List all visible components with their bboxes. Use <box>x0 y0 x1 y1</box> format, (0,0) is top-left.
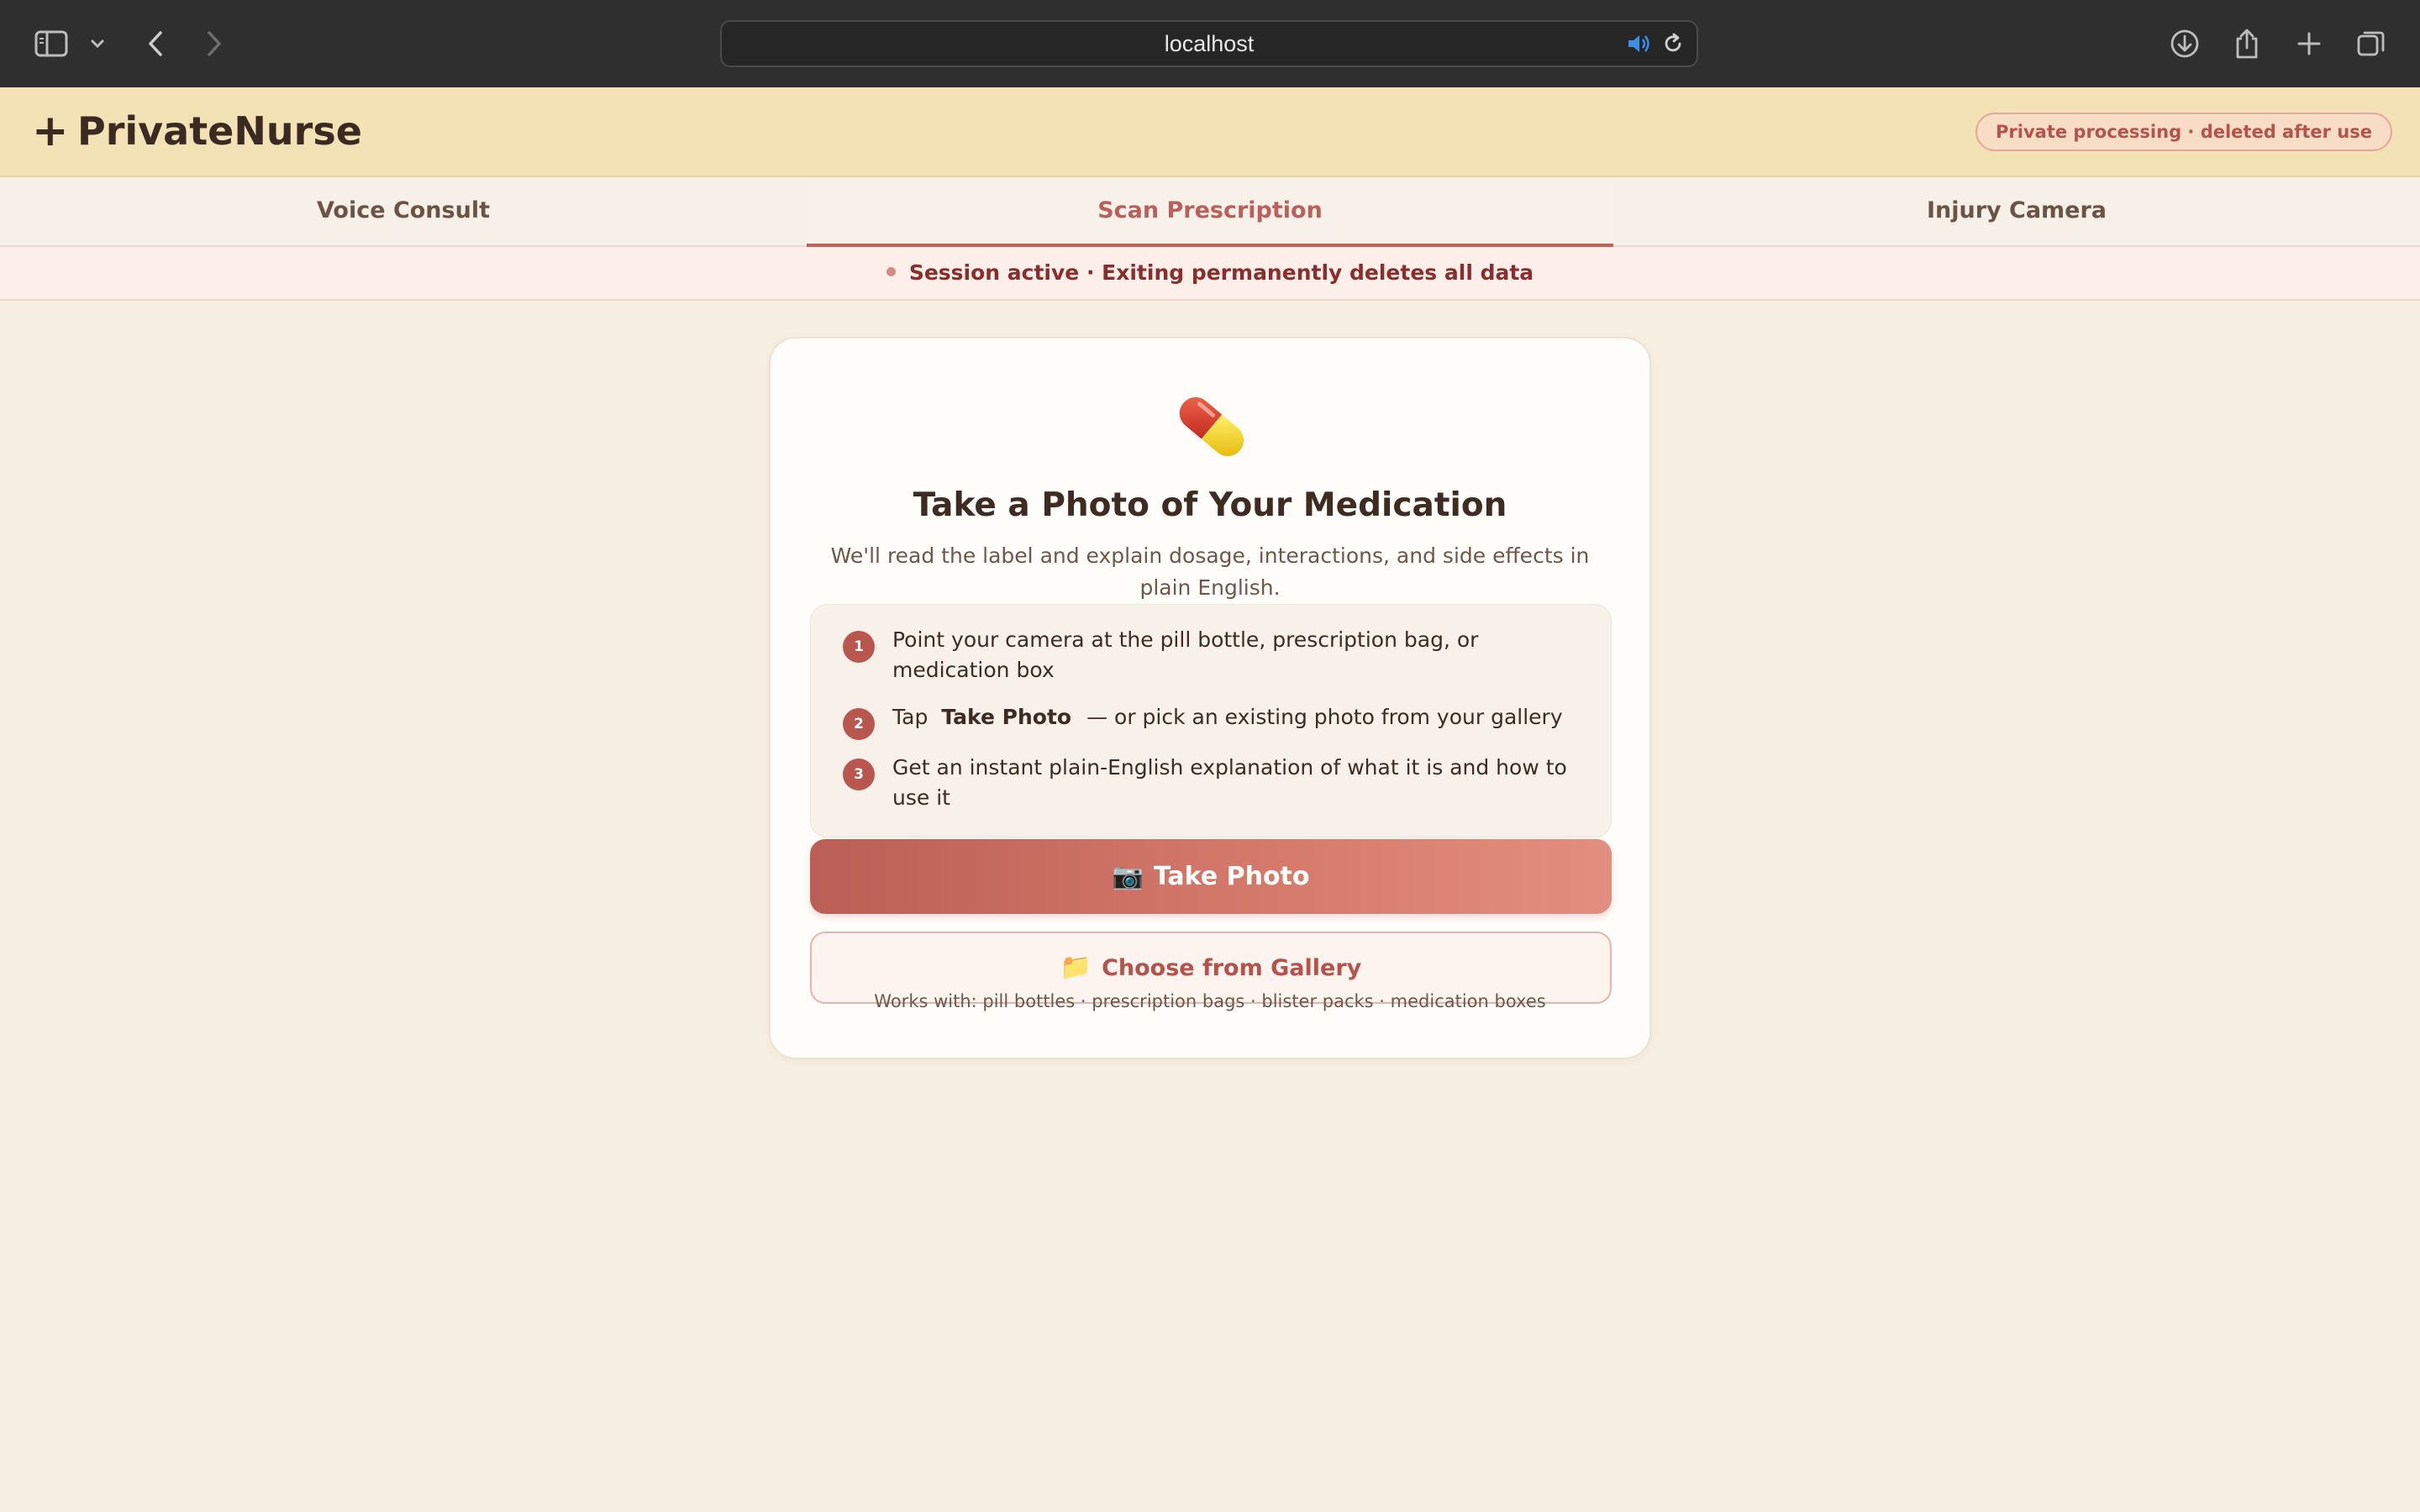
download-icon[interactable] <box>2166 25 2203 62</box>
chevron-down-icon[interactable] <box>87 25 108 62</box>
card-subtitle: We'll read the label and explain dosage,… <box>830 543 1590 600</box>
supported-formats-text: Works with: pill bottles · prescription … <box>874 991 1546 1011</box>
list-item: 2 Tap Take Photo — or pick an existing pho… <box>843 702 1582 740</box>
audio-icon[interactable] <box>1626 32 1653 59</box>
share-icon[interactable] <box>2228 25 2265 62</box>
step-number: 2 <box>843 708 875 740</box>
step-number: 1 <box>843 631 875 663</box>
tab-injury-camera[interactable]: Injury Camera <box>1613 177 2420 245</box>
list-item: 1 Point your camera at the pill bottle, … <box>843 625 1582 685</box>
url-text: localhost <box>1164 31 1255 56</box>
session-status-bar: Session active · Exiting permanently del… <box>0 247 2420 301</box>
back-icon[interactable] <box>143 25 168 62</box>
session-dot-icon <box>886 266 896 276</box>
pill-capsule-icon <box>1179 396 1244 457</box>
brand-name: PrivateNurse <box>77 108 362 154</box>
list-item: 3 Get an instant plain-English explanati… <box>843 753 1582 813</box>
step-number: 3 <box>843 759 875 790</box>
step-text-post: — or pick an existing photo from your ga… <box>1086 705 1563 729</box>
reload-icon[interactable] <box>1661 32 1685 59</box>
card-title: Take a Photo of Your Medication <box>913 486 1507 524</box>
step-text-pre: Tap <box>892 705 929 729</box>
scan-card: Take a Photo of Your Medication We'll re… <box>769 337 1651 1059</box>
tab-scan-prescription[interactable]: Scan Prescription <box>807 177 1613 247</box>
session-status-text: Session active · Exiting permanently del… <box>908 260 1534 285</box>
steps-list: 1 Point your camera at the pill bottle, … <box>810 604 1612 837</box>
brand-plus-icon: + <box>32 106 69 156</box>
address-bar[interactable]: localhost <box>720 20 1698 67</box>
mode-tabs: Voice Consult Scan Prescription Injury C… <box>0 177 2420 247</box>
folder-icon: 📁 <box>1060 953 1092 982</box>
app-header: + PrivateNurse Private processing · dele… <box>0 87 2420 177</box>
tab-voice-consult[interactable]: Voice Consult <box>0 177 807 245</box>
tabs-overview-icon[interactable] <box>2353 25 2390 62</box>
sidebar-icon[interactable] <box>32 25 71 62</box>
take-photo-button[interactable]: 📷 Take Photo <box>810 839 1612 914</box>
brand[interactable]: + PrivateNurse <box>32 108 362 155</box>
camera-icon: 📷 <box>1112 862 1144 891</box>
forward-icon[interactable] <box>202 25 227 62</box>
take-photo-label: Take Photo <box>1153 862 1310 891</box>
privacy-badge: Private processing · deleted after use <box>1975 113 2392 151</box>
step-text: Get an instant plain-English explanation… <box>892 755 1567 810</box>
new-tab-icon[interactable] <box>2292 25 2326 62</box>
step-text: Tap Take Photo — or pick an existing photo… <box>892 702 1582 732</box>
browser-toolbar: localhost <box>0 0 2420 87</box>
step-text-bold: Take Photo <box>941 705 1072 729</box>
choose-gallery-label: Choose from Gallery <box>1102 955 1362 981</box>
step-text: Point your camera at the pill bottle, pr… <box>892 627 1479 682</box>
